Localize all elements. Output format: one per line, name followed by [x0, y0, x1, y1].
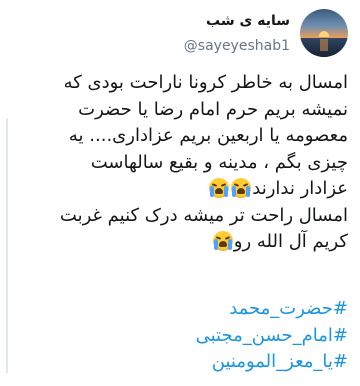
tweet: سایه ی شب @sayeyeshab1 امسال به خاطر کرو… — [0, 0, 360, 386]
tweet-line: نمیشه بریم حرم امام رضا یا حضرت — [78, 98, 348, 120]
tweet-line-text: کریم آل الله رو — [233, 231, 348, 252]
hashtag-link[interactable]: #امام_حسن_مجتبی — [22, 323, 348, 350]
crying-face-icon — [231, 178, 252, 198]
tweet-line: امسال به خاطر کرونا ناراحت بودی که — [63, 72, 348, 93]
avatar[interactable] — [300, 9, 348, 57]
hashtag-link[interactable]: #یا_معز_المومنین — [22, 349, 348, 376]
tweet-line: معصومه یا اربعین بریم عزاداری.... یه — [68, 125, 348, 146]
crying-face-icon — [209, 178, 230, 198]
tweet-text: امسال به خاطر کرونا ناراحت بودی که نمیشه… — [22, 70, 348, 256]
hashtag-link[interactable]: #حضرت_محمد — [22, 296, 348, 323]
crying-face-icon — [212, 231, 233, 251]
tweet-line-with-emoji: کریم آل الله رو — [22, 229, 348, 256]
divider — [6, 118, 8, 373]
tweet-line-text: عزادار ندارند — [252, 178, 348, 199]
display-name[interactable]: سایه ی شب — [206, 13, 290, 29]
tweet-line-with-emoji: عزادار ندارند — [22, 176, 348, 203]
avatar-reflection-shape — [320, 39, 328, 51]
tweet-line: امسال راحت تر میشه درک کنیم غربت — [59, 204, 348, 226]
avatar-sunset-shape — [319, 31, 329, 37]
hashtag-list: #حضرت_محمد #امام_حسن_مجتبی #یا_معز_الموم… — [22, 296, 348, 376]
tweet-line: چیزی بگم ، مدینه و بقیع سالهاست — [90, 151, 348, 173]
user-handle[interactable]: @sayeyeshab1 — [184, 38, 290, 54]
